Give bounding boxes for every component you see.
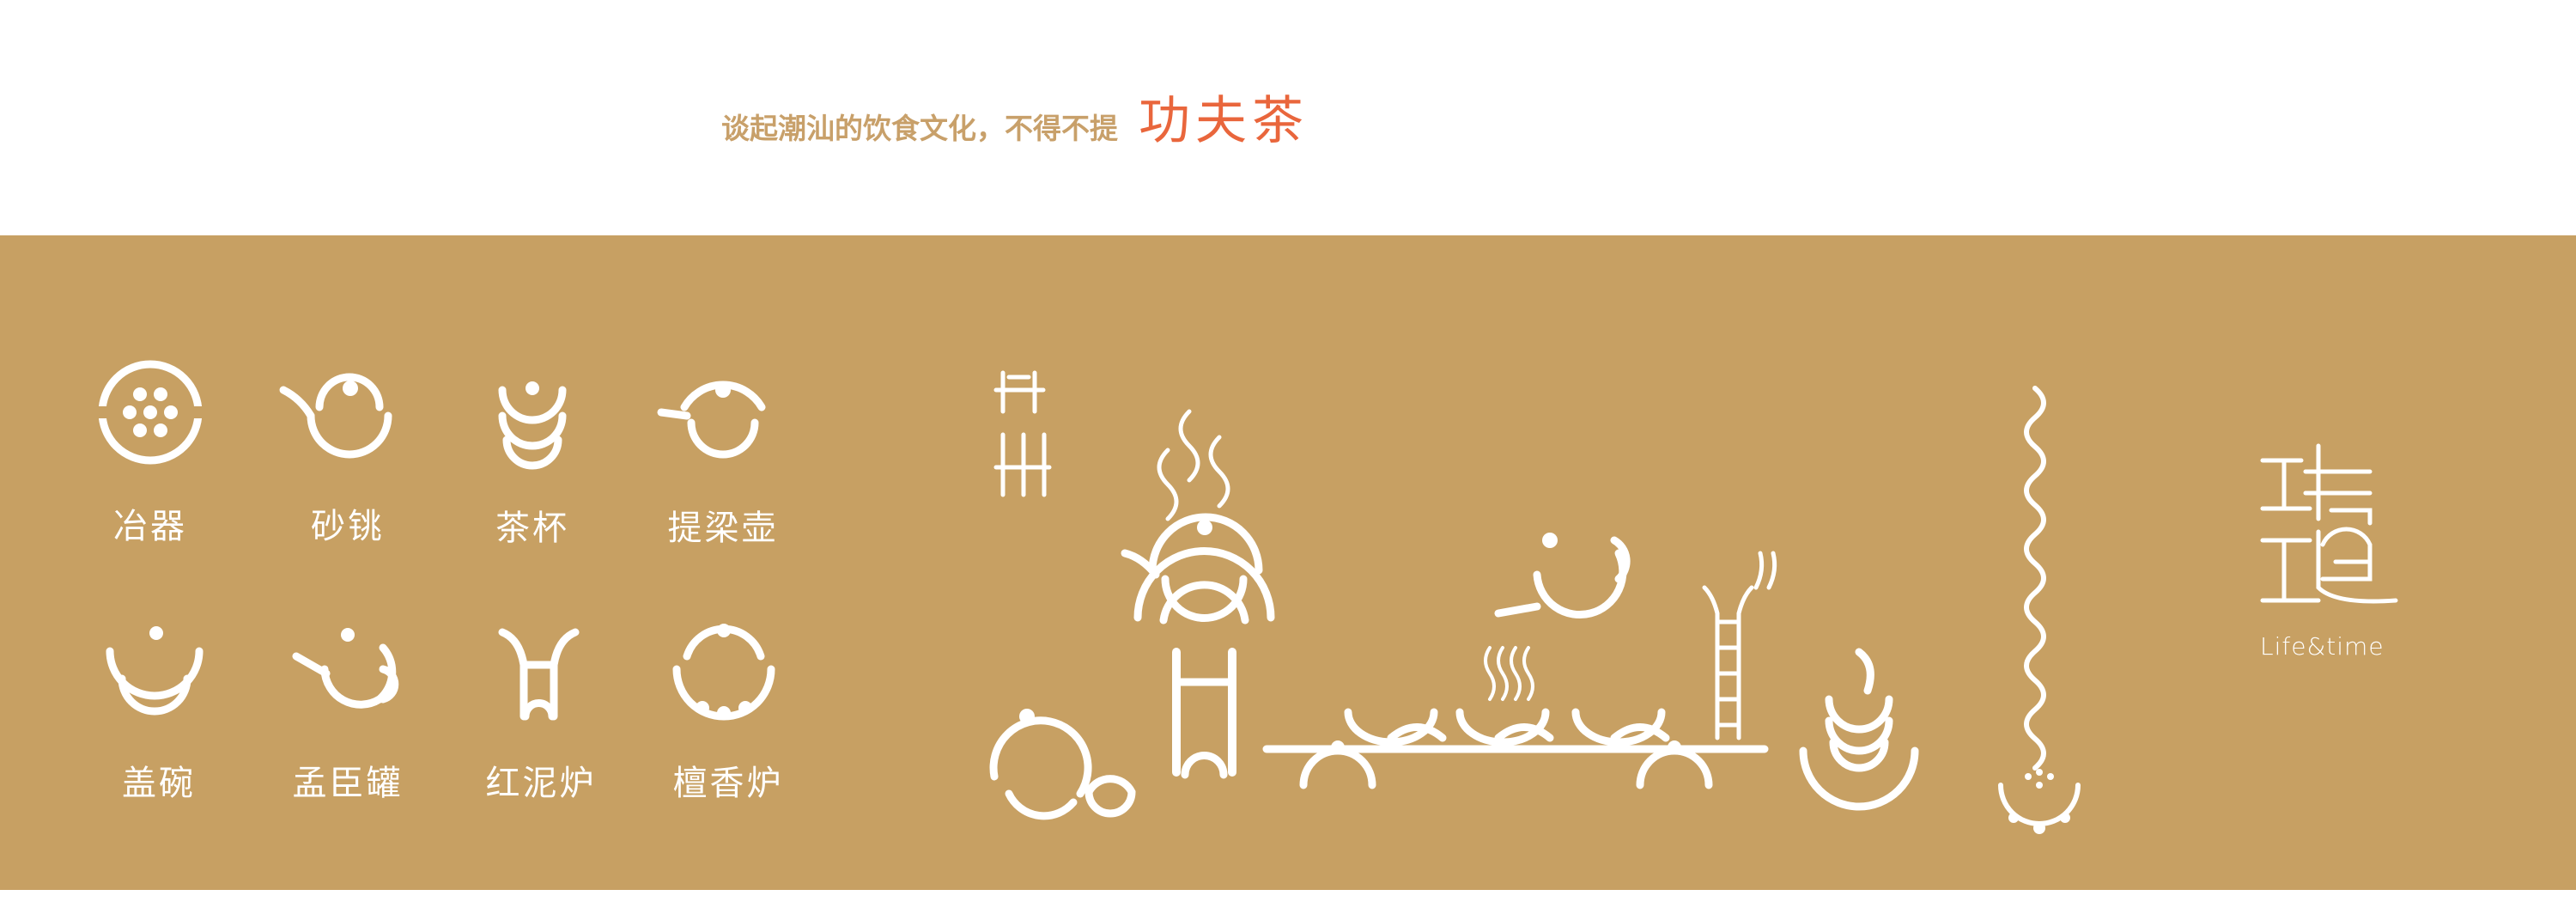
brand-logo	[2260, 443, 2398, 604]
headline-lead: 谈起潮汕的饮食文化，不得不提	[721, 112, 1118, 145]
kettle-icon	[279, 373, 392, 459]
cups-table	[1262, 646, 1769, 789]
brand-subtitle: Life&time	[2260, 632, 2385, 661]
tray-icon	[93, 360, 208, 465]
clay-stove-icon	[498, 628, 580, 721]
legend-label-0: 冶器	[113, 507, 187, 546]
hanging-teapot	[1494, 533, 1631, 619]
legend-label-2: 茶杯	[495, 509, 569, 548]
steam-lines	[1157, 409, 1230, 521]
legend-label-5: 孟臣罐	[292, 764, 404, 803]
stacked-bowls	[1799, 648, 1919, 811]
headline: 谈起潮汕的饮食文化，不得不提 功夫茶	[721, 79, 1309, 154]
central-teapot	[1121, 513, 1275, 779]
cups-icon	[498, 381, 567, 470]
legend-label-3: 提梁壶	[667, 509, 779, 548]
incense-smoke	[1998, 386, 2081, 834]
teapot-icon	[657, 381, 766, 459]
legend-label-4: 盖碗	[122, 764, 196, 803]
incense-burner-icon	[672, 624, 775, 721]
chaoshan-glyph	[993, 370, 1052, 497]
small-tray-left	[989, 709, 1136, 820]
headline-accent: 功夫茶	[1139, 91, 1309, 151]
legend-label-6: 红泥炉	[485, 764, 597, 803]
lidded-bowl-icon	[106, 626, 204, 716]
mengchen-pot-icon	[292, 628, 399, 709]
tea-panel: 冶器 砂铫 茶杯 提梁壶 盖碗 孟臣罐 红泥炉 檀香炉 Life&time	[0, 235, 2576, 890]
legend-label-7: 檀香炉	[672, 764, 784, 803]
legend-label-1: 砂铫	[311, 507, 385, 546]
stove-column	[1702, 551, 1777, 740]
